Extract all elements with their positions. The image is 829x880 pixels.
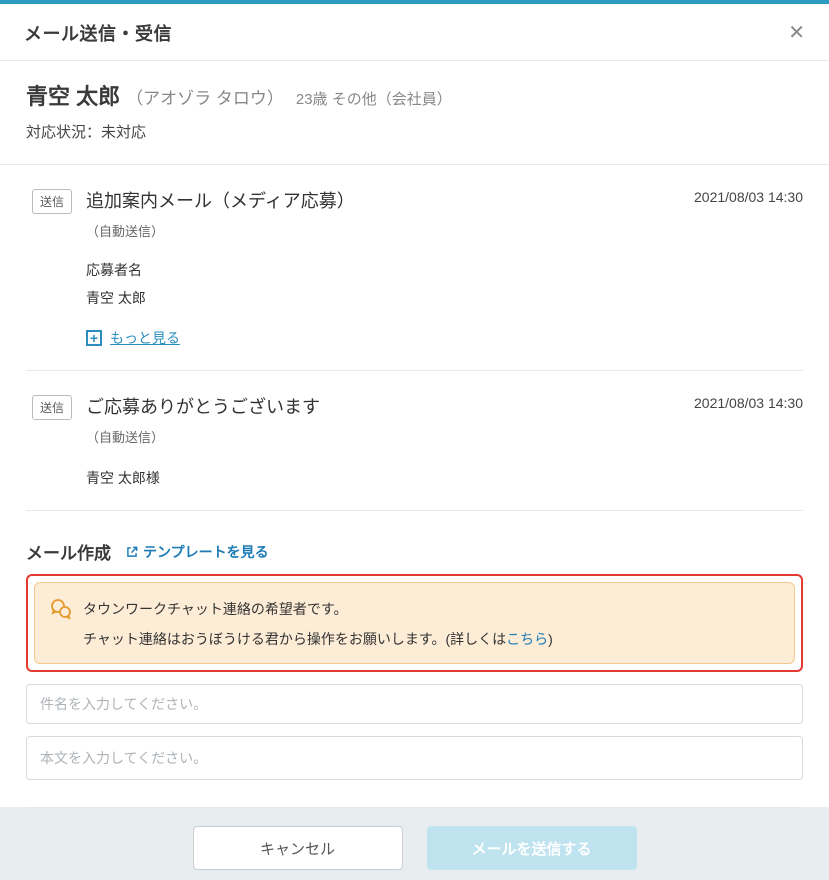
message-list: 送信 追加案内メール（メディア応募） 2021/08/03 14:30 （自動送… [26,183,803,511]
notice-line2b: ) [548,631,553,647]
message-auto-label: （自動送信） [86,221,803,240]
message-subject: ご応募ありがとうございます [86,393,320,419]
person-kana: （アオゾラ タロウ） [126,84,284,109]
external-link-icon [125,545,139,559]
mail-dialog: { "header": { "title": "メール送信・受信" }, "pe… [0,0,829,807]
direction-badge: 送信 [32,189,72,214]
cancel-button[interactable]: キャンセル [193,826,403,870]
body-input[interactable] [26,736,803,780]
notice-link[interactable]: こちら [506,631,548,647]
direction-badge: 送信 [32,395,72,420]
send-button[interactable]: メールを送信する [427,826,637,870]
message-auto-label: （自動送信） [86,427,803,446]
message-field-value: 青空 太郎 [86,288,803,308]
content-area: 青空 太郎 （アオゾラ タロウ） 23歳 その他（会社員） 対応状況：未対応 送… [0,61,829,529]
close-icon[interactable]: ✕ [788,23,805,43]
footer-actions: キャンセル メールを送信する [26,808,803,880]
status-label: 対応状況： [26,124,101,141]
chat-bubbles-icon [49,597,73,621]
dialog-title: メール送信・受信 [24,20,172,46]
message-line: 青空 太郎様 [86,468,803,488]
message-field-label: 応募者名 [86,260,803,280]
subject-input[interactable] [26,684,803,724]
message-date: 2021/08/03 14:30 [694,189,803,205]
dialog-header: メール送信・受信 ✕ [0,4,829,61]
person-meta: 23歳 その他（会社員） [296,88,452,109]
status-value: 未対応 [101,124,146,141]
highlight-box: タウンワークチャット連絡の希望者です。 チャット連絡はおうぼうける君から操作をお… [26,574,803,672]
message-body: ご応募ありがとうございます 2021/08/03 14:30 （自動送信） 青空… [86,393,803,488]
person-line: 青空 太郎 （アオゾラ タロウ） 23歳 その他（会社員） [26,79,803,111]
show-more-link[interactable]: + もっと見る [86,328,180,348]
message-item: 送信 ご応募ありがとうございます 2021/08/03 14:30 （自動送信）… [26,389,803,511]
plus-icon: + [86,330,102,346]
template-link[interactable]: テンプレートを見る [125,542,269,562]
chat-notice: タウンワークチャット連絡の希望者です。 チャット連絡はおうぼうける君から操作をお… [34,582,795,664]
message-body: 追加案内メール（メディア応募） 2021/08/03 14:30 （自動送信） … [86,187,803,348]
message-date: 2021/08/03 14:30 [694,395,803,411]
divider [0,164,829,165]
status-line: 対応状況：未対応 [26,121,803,142]
compose-area: メール作成 テンプレートを見る タウンワークチャット連絡の希望者です。 [0,529,829,880]
show-more-label: もっと見る [110,328,180,348]
person-name: 青空 太郎 [26,79,120,111]
message-subject: 追加案内メール（メディア応募） [86,187,355,213]
compose-title: メール作成 [26,539,111,564]
template-link-label: テンプレートを見る [143,542,269,562]
notice-line1: タウンワークチャット連絡の希望者です。 [83,599,347,619]
notice-line2a: チャット連絡はおうぼうける君から操作をお願いします。(詳しくは [83,631,506,647]
message-item: 送信 追加案内メール（メディア応募） 2021/08/03 14:30 （自動送… [26,183,803,371]
